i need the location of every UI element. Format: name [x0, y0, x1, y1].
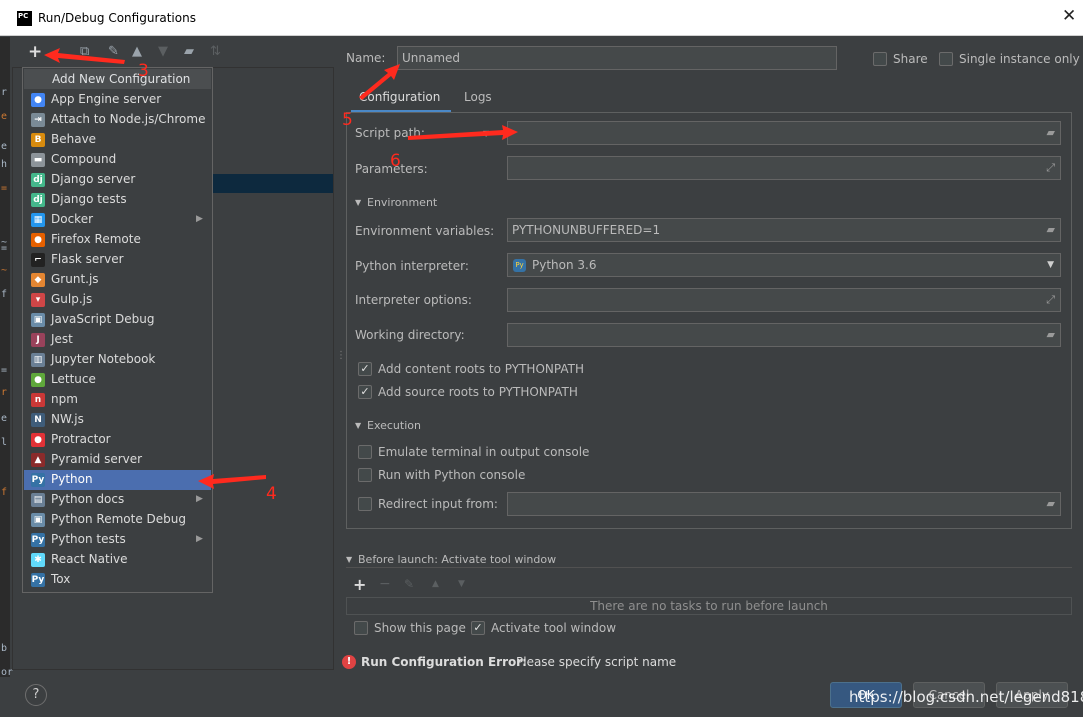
- run-debug-dialog: PC Run/Debug Configurations ✕ r e e h = ~ = ~ f =…: [0, 0, 1083, 717]
- annotation-arrows: [44, 48, 518, 489]
- arrow-to-script-path: [408, 125, 518, 140]
- annotation-number-3: 3: [138, 61, 149, 81]
- annotation-number-5: 5: [342, 110, 353, 130]
- watermark: https://blog.csdn.net/legend818: [849, 688, 1083, 706]
- annotation-number-4: 4: [266, 484, 277, 504]
- arrow-to-name-field: [359, 64, 400, 100]
- arrow-to-python-item: [198, 474, 266, 489]
- annotation-number-6: 6: [390, 151, 401, 171]
- arrow-to-add-button: [44, 48, 125, 64]
